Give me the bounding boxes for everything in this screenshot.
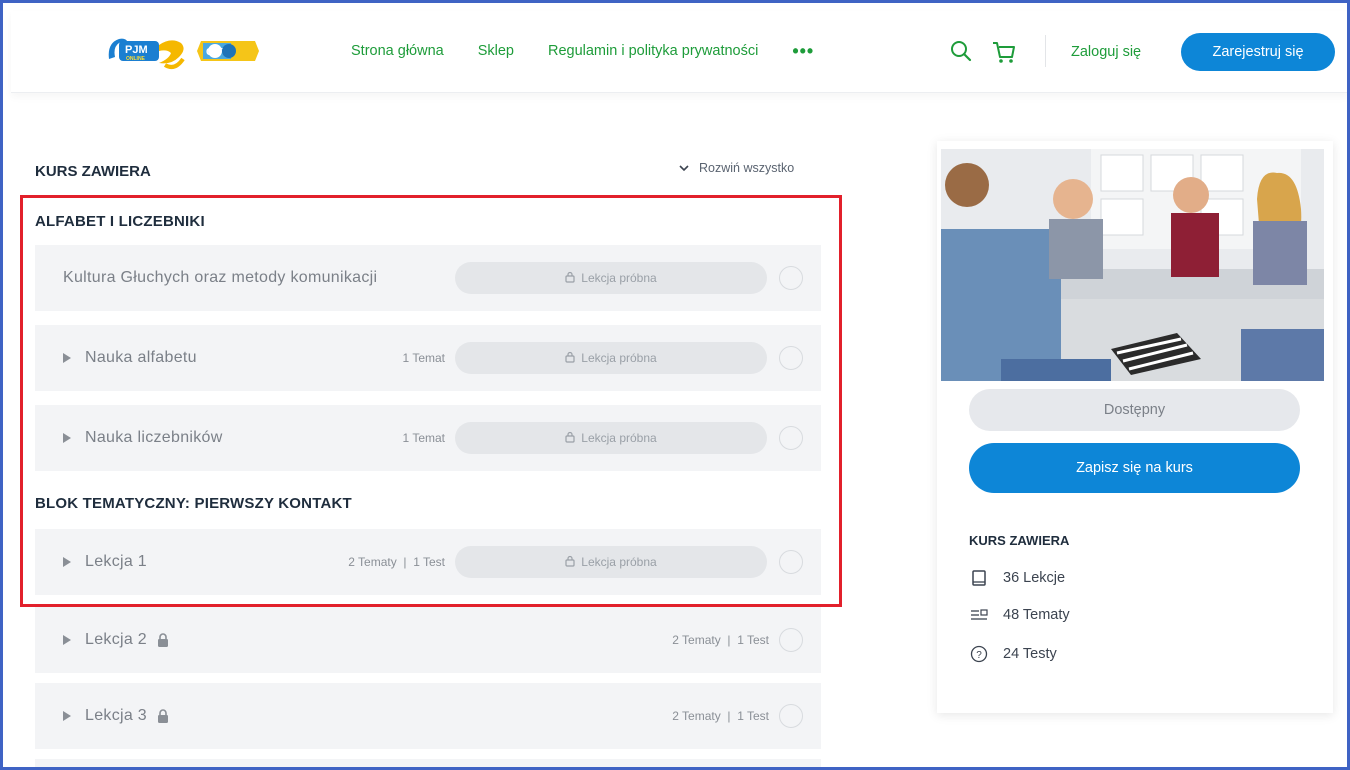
course-content-heading: KURS ZAWIERA bbox=[35, 163, 151, 180]
book-icon bbox=[969, 569, 989, 587]
site-logo[interactable]: PJM ONLINE G T bbox=[105, 29, 265, 73]
question-icon: ? bbox=[969, 645, 989, 663]
logo2-text: G T bbox=[206, 47, 223, 58]
expand-all-label: Rozwiń wszystko bbox=[699, 161, 795, 175]
site-header: PJM ONLINE G T Strona główna Sklep Regul… bbox=[11, 11, 1347, 93]
nav-shop[interactable]: Sklep bbox=[478, 43, 514, 59]
stat-tests: ? 24 Testy bbox=[969, 645, 1057, 663]
course-photo bbox=[941, 149, 1324, 381]
login-link[interactable]: Zaloguj się bbox=[1071, 44, 1141, 60]
lesson-row[interactable]: Lekcja 2 2 Tematy | 1 Test bbox=[35, 607, 821, 673]
stat-label: 24 Testy bbox=[1003, 646, 1057, 662]
course-sidebar-card: Dostępny Zapisz się na kurs KURS ZAWIERA… bbox=[937, 141, 1333, 713]
lesson-row[interactable]: Lekcja 3 2 Tematy | 1 Test bbox=[35, 683, 821, 749]
chevron-down-icon bbox=[679, 161, 689, 175]
progress-circle bbox=[779, 704, 803, 728]
main-nav: Strona główna Sklep Regulamin i polityka… bbox=[351, 42, 814, 60]
page: PJM ONLINE G T Strona główna Sklep Regul… bbox=[0, 0, 1350, 770]
sidebar-heading: KURS ZAWIERA bbox=[969, 533, 1070, 548]
register-button[interactable]: Zarejestruj się bbox=[1181, 33, 1335, 71]
progress-circle bbox=[779, 628, 803, 652]
lock-icon bbox=[157, 709, 169, 723]
enroll-button[interactable]: Zapisz się na kurs bbox=[969, 443, 1300, 493]
logo-text: PJM bbox=[125, 44, 148, 56]
lesson-title: Lekcja 2 bbox=[63, 607, 169, 673]
course-status-badge: Dostępny bbox=[969, 389, 1300, 431]
lock-icon bbox=[157, 633, 169, 647]
header-divider bbox=[1045, 35, 1046, 67]
expand-triangle-icon[interactable] bbox=[63, 711, 71, 721]
lesson-meta: 2 Tematy | 1 Test bbox=[672, 633, 769, 647]
cart-icon[interactable] bbox=[991, 39, 1017, 70]
nav-terms[interactable]: Regulamin i polityka prywatności bbox=[548, 43, 758, 59]
expand-all-button[interactable]: Rozwiń wszystko bbox=[679, 161, 794, 175]
stat-label: 48 Tematy bbox=[1003, 607, 1070, 623]
stat-lessons: 36 Lekcje bbox=[969, 569, 1065, 587]
stat-topics: 48 Tematy bbox=[969, 607, 1070, 623]
highlight-box bbox=[20, 195, 842, 607]
nav-home[interactable]: Strona główna bbox=[351, 43, 444, 59]
stat-label: 36 Lekcje bbox=[1003, 570, 1066, 586]
search-icon[interactable] bbox=[949, 39, 973, 68]
expand-triangle-icon[interactable] bbox=[63, 635, 71, 645]
lesson-meta: 2 Tematy | 1 Test bbox=[672, 709, 769, 723]
topics-icon bbox=[969, 608, 989, 622]
lesson-title: Lekcja 3 bbox=[63, 683, 169, 749]
nav-more-button[interactable]: ••• bbox=[792, 42, 814, 60]
svg-text:?: ? bbox=[976, 650, 982, 661]
logo-subtext: ONLINE bbox=[126, 56, 146, 62]
lesson-row-partial bbox=[35, 759, 821, 767]
